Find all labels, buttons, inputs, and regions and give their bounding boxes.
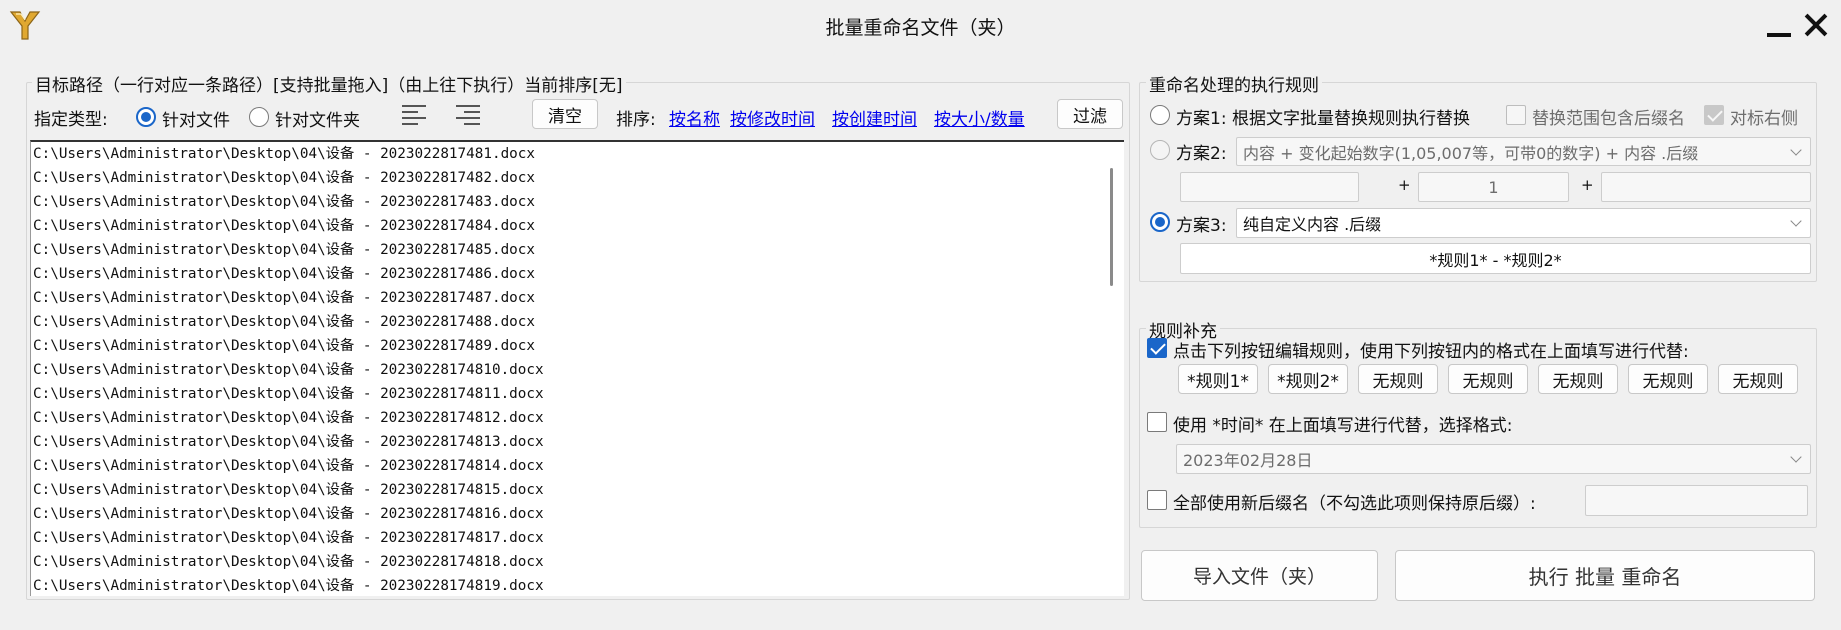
list-item: C:\Users\Administrator\Desktop\04\设备 - 2…: [33, 290, 536, 306]
plan2-format-select[interactable]: 内容 + 变化起始数字(1,05,007等，可带0的数字) + 内容 .后缀: [1236, 137, 1811, 166]
plan1-label[interactable]: 方案1: 根据文字批量替换规则执行替换: [1176, 104, 1470, 129]
use-time-label[interactable]: 使用 *时间* 在上面填写进行代替，选择格式:: [1173, 411, 1513, 436]
list-item: C:\Users\Administrator\Desktop\04\设备 - 2…: [33, 146, 536, 162]
plan2-label[interactable]: 方案2:: [1176, 139, 1227, 164]
list-item: C:\Users\Administrator\Desktop\04\设备 - 2…: [33, 242, 536, 258]
plan2-radio[interactable]: [1150, 140, 1170, 160]
list-item: C:\Users\Administrator\Desktop\04\设备 - 2…: [33, 386, 544, 402]
import-files-button[interactable]: 导入文件（夹）: [1141, 550, 1378, 601]
plan2-format-value: 内容 + 变化起始数字(1,05,007等，可带0的数字) + 内容 .后缀: [1243, 143, 1699, 163]
path-list-scrollbar[interactable]: [1110, 168, 1113, 286]
plan2-suffix-input[interactable]: [1601, 172, 1811, 202]
type-file-label[interactable]: 针对文件: [162, 106, 230, 131]
rule-button-5[interactable]: 无规则: [1538, 364, 1618, 394]
chevron-down-icon: [1790, 215, 1802, 227]
edit-rule-label[interactable]: 点击下列按钮编辑规则，使用下列按钮内的格式在上面填写进行代替:: [1173, 337, 1689, 362]
type-folder-label[interactable]: 针对文件夹: [275, 106, 360, 131]
include-ext-label: 替换范围包含后缀名: [1532, 109, 1685, 129]
rule-button-6[interactable]: 无规则: [1628, 364, 1708, 394]
list-item: C:\Users\Administrator\Desktop\04\设备 - 2…: [33, 170, 536, 186]
list-item: C:\Users\Administrator\Desktop\04\设备 - 2…: [33, 554, 544, 570]
use-time-checkbox[interactable]: [1147, 412, 1167, 432]
list-item: C:\Users\Administrator\Desktop\04\设备 - 2…: [33, 314, 536, 330]
plan2-plus-2: +: [1581, 176, 1594, 194]
align-right-checkbox[interactable]: [1704, 105, 1724, 125]
list-item: C:\Users\Administrator\Desktop\04\设备 - 2…: [33, 458, 544, 474]
new-ext-label[interactable]: 全部使用新后缀名（不勾选此项则保持原后缀）:: [1173, 489, 1536, 514]
plan3-radio[interactable]: [1150, 212, 1170, 232]
plan1-radio[interactable]: [1150, 105, 1170, 125]
rule-button-7[interactable]: 无规则: [1718, 364, 1798, 394]
new-ext-checkbox[interactable]: [1147, 490, 1167, 510]
sort-by-modified-link[interactable]: 按修改时间: [730, 105, 815, 130]
path-list-textarea[interactable]: C:\Users\Administrator\Desktop\04\设备 - 2…: [30, 140, 1124, 596]
rule-button-4[interactable]: 无规则: [1448, 364, 1528, 394]
filter-button[interactable]: 过滤: [1057, 99, 1123, 129]
rule-button-3[interactable]: 无规则: [1358, 364, 1438, 394]
target-path-group-label: 目标路径（一行对应一条路径）[支持批量拖入]（由上往下执行）当前排序[无]: [32, 71, 626, 96]
list-item: C:\Users\Administrator\Desktop\04\设备 - 2…: [33, 410, 544, 426]
plan2-start-number-input[interactable]: 1: [1418, 172, 1569, 202]
list-item: C:\Users\Administrator\Desktop\04\设备 - 2…: [33, 506, 544, 522]
sort-by-created-link[interactable]: 按创建时间: [832, 105, 917, 130]
chevron-down-icon: [1790, 451, 1802, 463]
align-right-icon[interactable]: [456, 104, 482, 128]
type-file-radio[interactable]: [136, 107, 156, 127]
sort-label: 排序:: [616, 110, 656, 130]
list-item: C:\Users\Administrator\Desktop\04\设备 - 2…: [33, 218, 536, 234]
rename-rules-group-label: 重命名处理的执行规则: [1146, 71, 1322, 96]
list-item: C:\Users\Administrator\Desktop\04\设备 - 2…: [33, 194, 536, 210]
include-ext-checkbox[interactable]: [1506, 105, 1526, 125]
close-icon[interactable]: [1798, 6, 1834, 46]
type-folder-radio[interactable]: [249, 107, 269, 127]
rule-button-1[interactable]: *规则1*: [1178, 364, 1258, 394]
sort-by-name-link[interactable]: 按名称: [669, 105, 720, 130]
plan2-prefix-input[interactable]: [1180, 172, 1359, 202]
list-item: C:\Users\Administrator\Desktop\04\设备 - 2…: [33, 482, 544, 498]
new-ext-input[interactable]: [1585, 485, 1808, 516]
type-label: 指定类型:: [34, 110, 108, 130]
align-right-label: 对标右侧: [1730, 109, 1798, 129]
sort-by-size-link[interactable]: 按大小/数量: [934, 105, 1025, 130]
time-format-select[interactable]: 2023年02月28日: [1176, 444, 1811, 474]
plan3-label[interactable]: 方案3:: [1176, 211, 1227, 236]
list-item: C:\Users\Administrator\Desktop\04\设备 - 2…: [33, 266, 536, 282]
list-item: C:\Users\Administrator\Desktop\04\设备 - 2…: [33, 362, 544, 378]
clear-button[interactable]: 清空: [532, 99, 598, 129]
minimize-icon[interactable]: [1762, 6, 1796, 46]
list-item: C:\Users\Administrator\Desktop\04\设备 - 2…: [33, 434, 544, 450]
list-item: C:\Users\Administrator\Desktop\04\设备 - 2…: [33, 530, 544, 546]
window-title: 批量重命名文件（夹）: [825, 17, 1016, 39]
plan3-format-value: 纯自定义内容 .后缀: [1243, 215, 1382, 234]
list-item: C:\Users\Administrator\Desktop\04\设备 - 2…: [33, 338, 536, 354]
align-left-icon[interactable]: [402, 104, 428, 128]
time-format-value: 2023年02月28日: [1183, 451, 1313, 470]
plan2-plus-1: +: [1398, 176, 1411, 194]
plan3-pattern-input[interactable]: *规则1* - *规则2*: [1180, 243, 1811, 274]
execute-rename-button[interactable]: 执行 批量 重命名: [1395, 550, 1815, 601]
rule-button-2[interactable]: *规则2*: [1268, 364, 1348, 394]
chevron-down-icon: [1790, 143, 1802, 156]
list-item: C:\Users\Administrator\Desktop\04\设备 - 2…: [33, 578, 544, 594]
edit-rule-checkbox[interactable]: [1147, 338, 1167, 358]
plan3-format-select[interactable]: 纯自定义内容 .后缀: [1236, 208, 1811, 238]
